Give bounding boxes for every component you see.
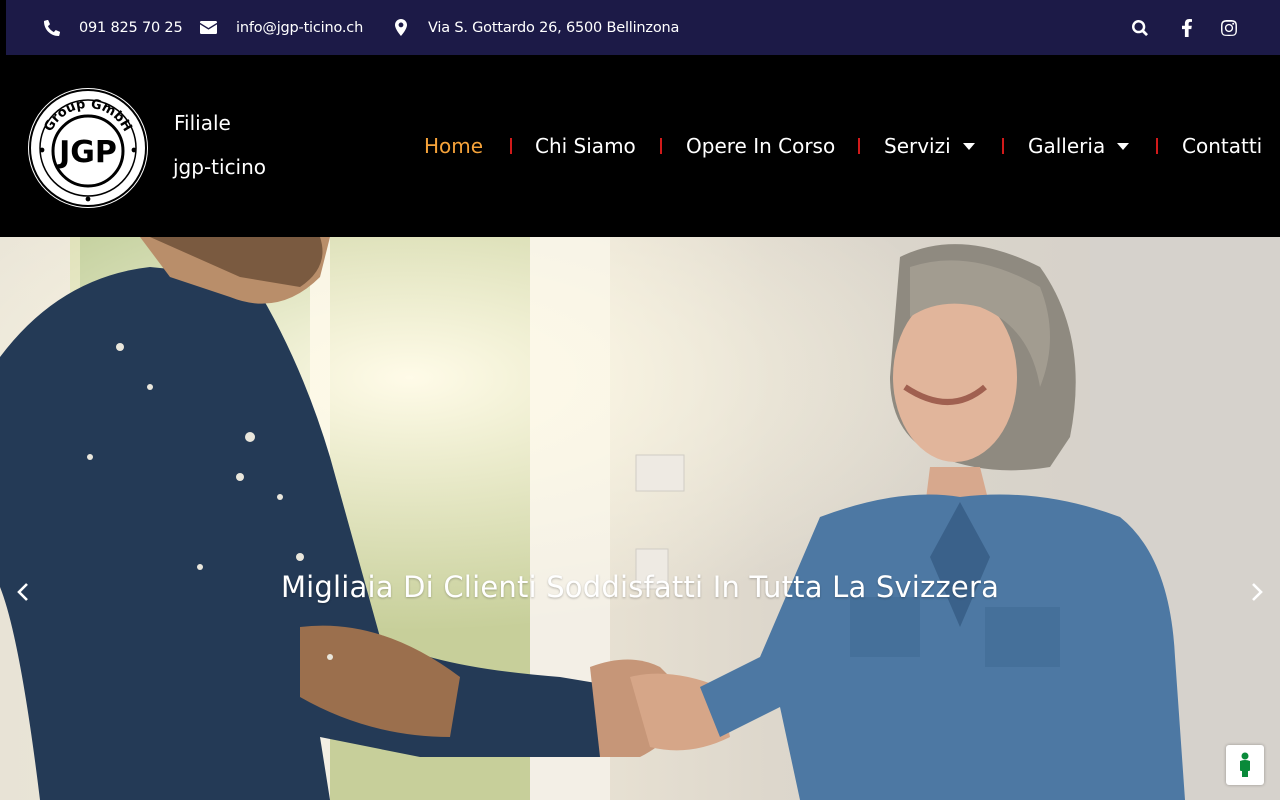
site-header: Group GmbH JGP Filiale jgp-ticino Home C… xyxy=(6,55,1280,237)
search-button[interactable] xyxy=(1129,17,1151,39)
slider-next-button[interactable] xyxy=(1246,577,1268,607)
instagram-icon xyxy=(1221,20,1237,36)
nav-label: Home xyxy=(424,134,484,158)
address-text: Via S. Gottardo 26, 6500 Bellinzona xyxy=(428,19,680,36)
nav-separator xyxy=(660,138,662,154)
nav-label: Galleria xyxy=(1028,134,1106,158)
nav-separator xyxy=(1002,138,1004,154)
nav-item-galleria[interactable]: Galleria xyxy=(1028,123,1130,169)
nav-separator xyxy=(1156,138,1158,154)
nav-label: Contatti xyxy=(1182,134,1263,158)
chevron-down-icon xyxy=(1117,142,1130,150)
nav-label: Opere In Corso xyxy=(686,134,836,158)
nav-label: Servizi xyxy=(884,134,951,158)
logo-graphic: Group GmbH JGP xyxy=(29,89,147,207)
facebook-link[interactable] xyxy=(1176,17,1198,39)
brand-name: jgp-ticino xyxy=(173,155,267,179)
hero-slider[interactable]: Migliaia Di Clienti Soddisfatti In Tutta… xyxy=(0,237,1280,800)
email-address: info@jgp-ticino.ch xyxy=(236,19,364,36)
facebook-icon xyxy=(1182,19,1192,37)
nav-item-opere-in-corso[interactable]: Opere In Corso xyxy=(686,123,835,169)
company-logo[interactable]: Group GmbH JGP xyxy=(28,88,148,208)
accessibility-icon xyxy=(1240,752,1250,777)
hero-image xyxy=(0,237,1280,800)
nav-item-contatti[interactable]: Contatti xyxy=(1182,123,1262,169)
accessibility-button[interactable] xyxy=(1226,745,1264,785)
search-icon xyxy=(1132,20,1148,36)
map-marker-icon xyxy=(395,19,407,36)
envelope-icon xyxy=(200,21,217,34)
nav-label: Chi Siamo xyxy=(535,134,636,158)
nav-item-home[interactable]: Home xyxy=(424,123,483,169)
nav-item-servizi[interactable]: Servizi xyxy=(884,123,975,169)
phone-number: 091 825 70 25 xyxy=(79,19,183,36)
logo-initials: JGP xyxy=(57,135,117,170)
phone-contact[interactable]: 091 825 70 25 xyxy=(44,0,183,55)
hero-caption: Migliaia Di Clienti Soddisfatti In Tutta… xyxy=(280,570,1000,604)
chevron-left-icon xyxy=(17,583,28,601)
email-contact[interactable]: info@jgp-ticino.ch xyxy=(200,0,363,55)
nav-item-chi-siamo[interactable]: Chi Siamo xyxy=(535,123,636,169)
nav-separator xyxy=(858,138,860,154)
phone-icon xyxy=(44,19,60,36)
chevron-down-icon xyxy=(962,142,975,150)
nav-separator xyxy=(510,138,512,154)
chevron-right-icon xyxy=(1252,583,1263,601)
instagram-link[interactable] xyxy=(1218,17,1240,39)
brand-subtitle: Filiale xyxy=(174,111,231,135)
address-contact[interactable]: Via S. Gottardo 26, 6500 Bellinzona xyxy=(395,0,679,55)
slider-prev-button[interactable] xyxy=(12,577,34,607)
top-contact-bar: 091 825 70 25 info@jgp-ticino.ch Via S. … xyxy=(6,0,1280,55)
